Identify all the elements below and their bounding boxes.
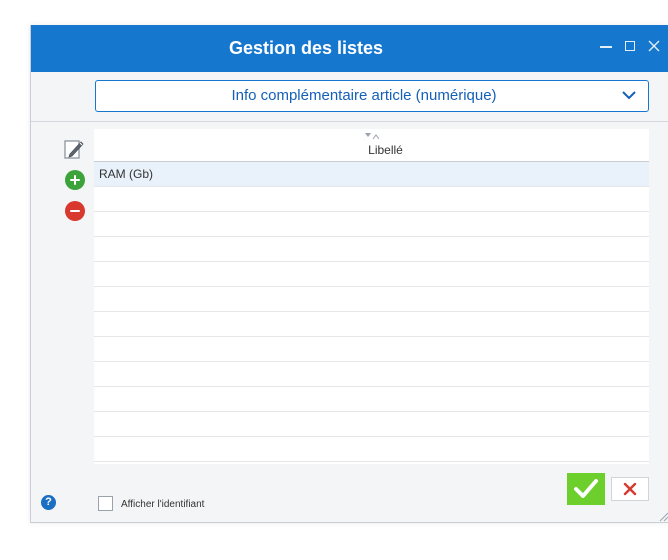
- maximize-button[interactable]: [623, 38, 637, 54]
- chevron-down-icon: [622, 91, 636, 100]
- minimize-button[interactable]: [599, 38, 613, 54]
- plus-icon: [70, 175, 80, 185]
- table-row[interactable]: RAM (Gb): [94, 162, 649, 187]
- gestion-des-listes-window: Gestion des listes Info complémentaire a…: [30, 25, 668, 523]
- minimize-icon: [600, 46, 612, 48]
- sort-filter-icon[interactable]: [364, 132, 380, 141]
- list-type-select-value: Info complémentaire article (numérique): [231, 87, 497, 104]
- list-grid: Libellé RAM (Gb): [94, 129, 649, 464]
- cancel-button[interactable]: [611, 477, 649, 501]
- window-title: Gestion des listes: [228, 38, 384, 58]
- column-header-libelle[interactable]: Libellé: [94, 143, 668, 157]
- resize-grip-icon[interactable]: [657, 510, 668, 522]
- table-row[interactable]: [94, 262, 649, 287]
- divider: [31, 121, 668, 122]
- table-row[interactable]: [94, 312, 649, 337]
- table-row[interactable]: [94, 387, 649, 412]
- close-x-icon: [623, 482, 637, 496]
- table-row[interactable]: [94, 287, 649, 312]
- table-row[interactable]: [94, 362, 649, 387]
- ok-button[interactable]: [567, 473, 605, 505]
- maximize-icon: [625, 41, 635, 51]
- show-identifier-label: Afficher l'identifiant: [121, 499, 205, 510]
- remove-button[interactable]: [65, 201, 85, 221]
- edit-pencil-icon[interactable]: [63, 138, 85, 160]
- title-bar: Gestion des listes: [31, 25, 668, 72]
- list-type-select[interactable]: Info complémentaire article (numérique): [95, 80, 649, 112]
- help-icon[interactable]: ?: [41, 495, 56, 510]
- table-row[interactable]: [94, 337, 649, 362]
- table-row[interactable]: [94, 187, 649, 212]
- checkmark-icon: [574, 479, 598, 498]
- close-window-button[interactable]: [647, 38, 661, 54]
- table-row[interactable]: [94, 212, 649, 237]
- show-identifier-checkbox[interactable]: [98, 496, 113, 511]
- table-row[interactable]: [94, 237, 649, 262]
- grid-header: Libellé: [94, 129, 649, 162]
- add-button[interactable]: [65, 170, 85, 190]
- close-icon: [648, 40, 660, 52]
- table-row[interactable]: [94, 412, 649, 437]
- grid-rows: RAM (Gb): [94, 162, 649, 462]
- window-controls: [599, 38, 661, 54]
- table-row[interactable]: [94, 437, 649, 462]
- minus-icon: [70, 209, 80, 213]
